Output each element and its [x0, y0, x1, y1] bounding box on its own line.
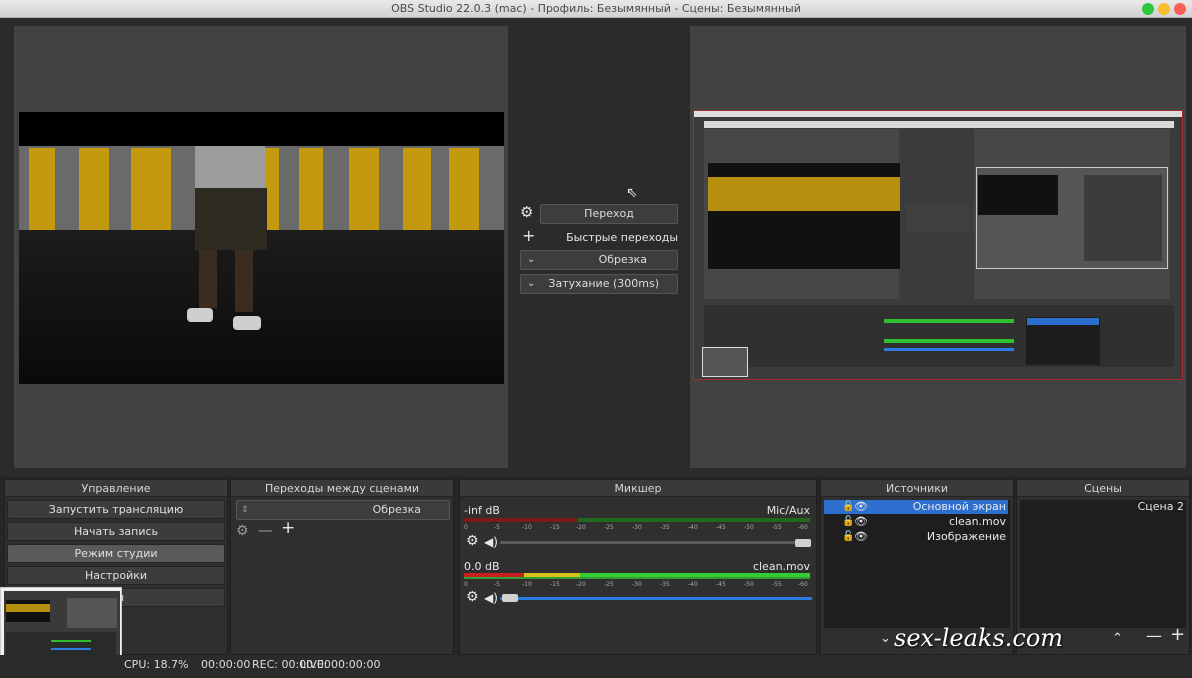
- zoom-button[interactable]: [1142, 3, 1154, 15]
- mic-channel-name: Mic/Aux: [766, 504, 810, 517]
- obs-window: OBS Studio 22.0.3 (mac) - Профиль: Безым…: [0, 0, 1192, 678]
- quick-transition-cut-label: Обрезка: [598, 253, 647, 266]
- cursor-icon: ⇖: [626, 185, 638, 201]
- clean-meter-ticks: 0 -5 -10 -15 -20 -25 -30 -35 -40 -45 -50…: [464, 581, 808, 588]
- chevron-down-icon: ⌄: [527, 278, 536, 289]
- lock-icon[interactable]: 🔓: [842, 500, 854, 514]
- chevron-down-icon: ⌄: [527, 254, 536, 265]
- minimize-button[interactable]: [1158, 3, 1170, 15]
- start-streaming-button[interactable]: Запустить трансляцию: [7, 500, 225, 519]
- window-title: OBS Studio 22.0.3 (mac) - Профиль: Безым…: [391, 2, 801, 15]
- mic-meter-ticks: 0 -5 -10 -15 -20 -25 -30 -35 -40 -45 -50…: [464, 524, 808, 531]
- title-bar: OBS Studio 22.0.3 (mac) - Профиль: Безым…: [0, 0, 1192, 18]
- source-label: Основной экран: [912, 500, 1006, 513]
- remove-transition-icon[interactable]: —: [258, 523, 273, 538]
- quick-transitions-label: Быстрые переходы: [566, 231, 678, 244]
- watermark-text: sex-leaks.com: [894, 624, 1064, 652]
- chevron-down-icon[interactable]: ⌄: [880, 632, 891, 645]
- mic-level-label: -inf dB: [464, 504, 500, 517]
- gear-icon[interactable]: ⚙: [466, 534, 479, 548]
- mic-volume-track[interactable]: [500, 541, 798, 544]
- scene-transitions-dock-title: Переходы между сценами: [231, 480, 453, 497]
- add-transition-icon[interactable]: +: [281, 520, 295, 537]
- add-quick-transition-icon[interactable]: +: [522, 228, 535, 244]
- settings-button[interactable]: Настройки: [7, 566, 225, 585]
- quick-transition-cut[interactable]: Обрезка ⌄: [520, 250, 678, 270]
- clean-channel-name: clean.mov: [752, 560, 810, 573]
- lock-icon[interactable]: 🔓: [842, 530, 854, 544]
- clean-volume-track[interactable]: [500, 597, 812, 600]
- mic-meter-green: [578, 518, 810, 522]
- speaker-icon[interactable]: ◀): [484, 536, 498, 549]
- mic-volume-knob[interactable]: [795, 539, 811, 547]
- clean-level-label: 0.0 dB: [464, 560, 500, 573]
- live-time: LIVE: 00:00:00: [300, 658, 381, 671]
- program-panel[interactable]: [690, 26, 1186, 468]
- source-label: clean.mov: [948, 515, 1006, 528]
- spinner-icon: ⇕: [241, 505, 249, 515]
- transition-select-value: Обрезка: [372, 503, 421, 516]
- quick-transition-fade[interactable]: Затухание (300ms) ⌄: [520, 274, 678, 294]
- eye-icon[interactable]: 👁: [854, 530, 868, 544]
- gear-icon[interactable]: ⚙: [466, 590, 479, 604]
- close-button[interactable]: [1174, 3, 1186, 15]
- cpu-usage: CPU: 18.7%: [124, 658, 189, 671]
- source-item-main-screen[interactable]: 🔓 👁 Основной экран: [824, 500, 1008, 514]
- add-scene-icon[interactable]: +: [1170, 626, 1185, 644]
- preview-panel[interactable]: [14, 26, 508, 468]
- controls-dock-title: Управление: [5, 480, 227, 497]
- gear-icon[interactable]: ⚙: [236, 524, 249, 538]
- program-capture: [693, 110, 1183, 380]
- mixer-dock-title: Микшер: [460, 480, 816, 497]
- remove-scene-icon[interactable]: —: [1146, 628, 1162, 644]
- eye-icon[interactable]: 👁: [854, 500, 868, 514]
- sources-dock-title: Источники: [821, 480, 1013, 497]
- eye-icon[interactable]: 👁: [854, 515, 868, 529]
- source-item-clean-mov[interactable]: 🔓 👁 clean.mov: [824, 515, 1008, 529]
- preview-video: [19, 112, 504, 384]
- time-display: 00:00:00: [201, 658, 251, 671]
- lock-icon[interactable]: 🔓: [842, 515, 854, 529]
- source-item-image[interactable]: 🔓 👁 Изображение: [824, 530, 1008, 544]
- transition-button[interactable]: Переход: [540, 204, 678, 224]
- quick-transition-fade-label: Затухание (300ms): [548, 277, 659, 290]
- speaker-icon[interactable]: ◀): [484, 592, 498, 605]
- studio-mode-button[interactable]: Режим студии: [7, 544, 225, 563]
- chevron-up-icon[interactable]: ⌃: [1112, 632, 1123, 645]
- source-label: Изображение: [926, 530, 1006, 543]
- clean-volume-knob[interactable]: [502, 594, 518, 602]
- scene-item-2[interactable]: Сцена 2: [1022, 500, 1184, 514]
- gear-icon[interactable]: ⚙: [520, 205, 533, 220]
- start-recording-button[interactable]: Начать запись: [7, 522, 225, 541]
- transition-select[interactable]: Обрезка ⇕: [236, 500, 450, 520]
- scenes-dock-title: Сцены: [1017, 480, 1189, 497]
